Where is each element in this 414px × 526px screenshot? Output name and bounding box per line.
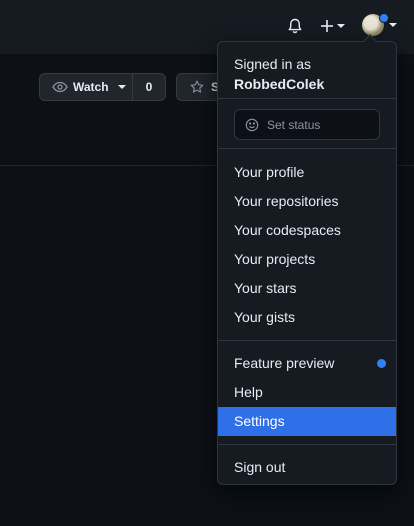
signed-in-label: Signed in as: [234, 56, 312, 72]
eye-icon: [52, 81, 68, 93]
menu-item-your-gists[interactable]: Your gists: [218, 303, 396, 332]
chevron-down-icon: [337, 24, 345, 28]
chevron-down-icon: [389, 23, 397, 27]
feature-preview-label: Feature preview: [234, 355, 335, 371]
menu-pointer-fill: [364, 35, 376, 42]
watch-label: Watch: [73, 80, 109, 94]
bell-icon: [288, 18, 302, 34]
signed-in-header: Signed in as RobbedColek: [234, 54, 324, 94]
menu-item-settings[interactable]: Settings: [218, 407, 396, 436]
menu-divider: [218, 98, 396, 99]
watch-count[interactable]: 0: [133, 73, 166, 101]
status-dot: [379, 13, 389, 23]
new-indicator-dot: [377, 359, 386, 368]
set-status-label: Set status: [267, 117, 321, 132]
watch-group: Watch 0: [39, 73, 166, 101]
user-dropdown-menu: Signed in as RobbedColek Set status Your…: [217, 41, 397, 485]
plus-icon: [321, 20, 333, 32]
menu-item-feature-preview[interactable]: Feature preview: [218, 349, 396, 378]
menu-divider: [218, 444, 396, 445]
set-status-button[interactable]: Set status: [234, 109, 380, 140]
menu-item-your-repositories[interactable]: Your repositories: [218, 187, 396, 216]
create-new-button[interactable]: [320, 15, 352, 37]
menu-divider: [218, 340, 396, 341]
smiley-icon: [245, 118, 259, 131]
menu-item-your-profile[interactable]: Your profile: [218, 158, 396, 187]
menu-item-help[interactable]: Help: [218, 378, 396, 407]
username: RobbedColek: [234, 76, 325, 92]
watch-button[interactable]: Watch: [39, 73, 133, 101]
menu-item-sign-out[interactable]: Sign out: [218, 453, 396, 482]
avatar: [362, 13, 389, 36]
menu-item-your-projects[interactable]: Your projects: [218, 245, 396, 274]
menu-item-your-stars[interactable]: Your stars: [218, 274, 396, 303]
menu-item-your-codespaces[interactable]: Your codespaces: [218, 216, 396, 245]
chevron-down-icon: [117, 85, 126, 89]
notifications-button[interactable]: [287, 15, 307, 37]
star-icon: [190, 80, 204, 93]
menu-divider: [218, 148, 396, 149]
